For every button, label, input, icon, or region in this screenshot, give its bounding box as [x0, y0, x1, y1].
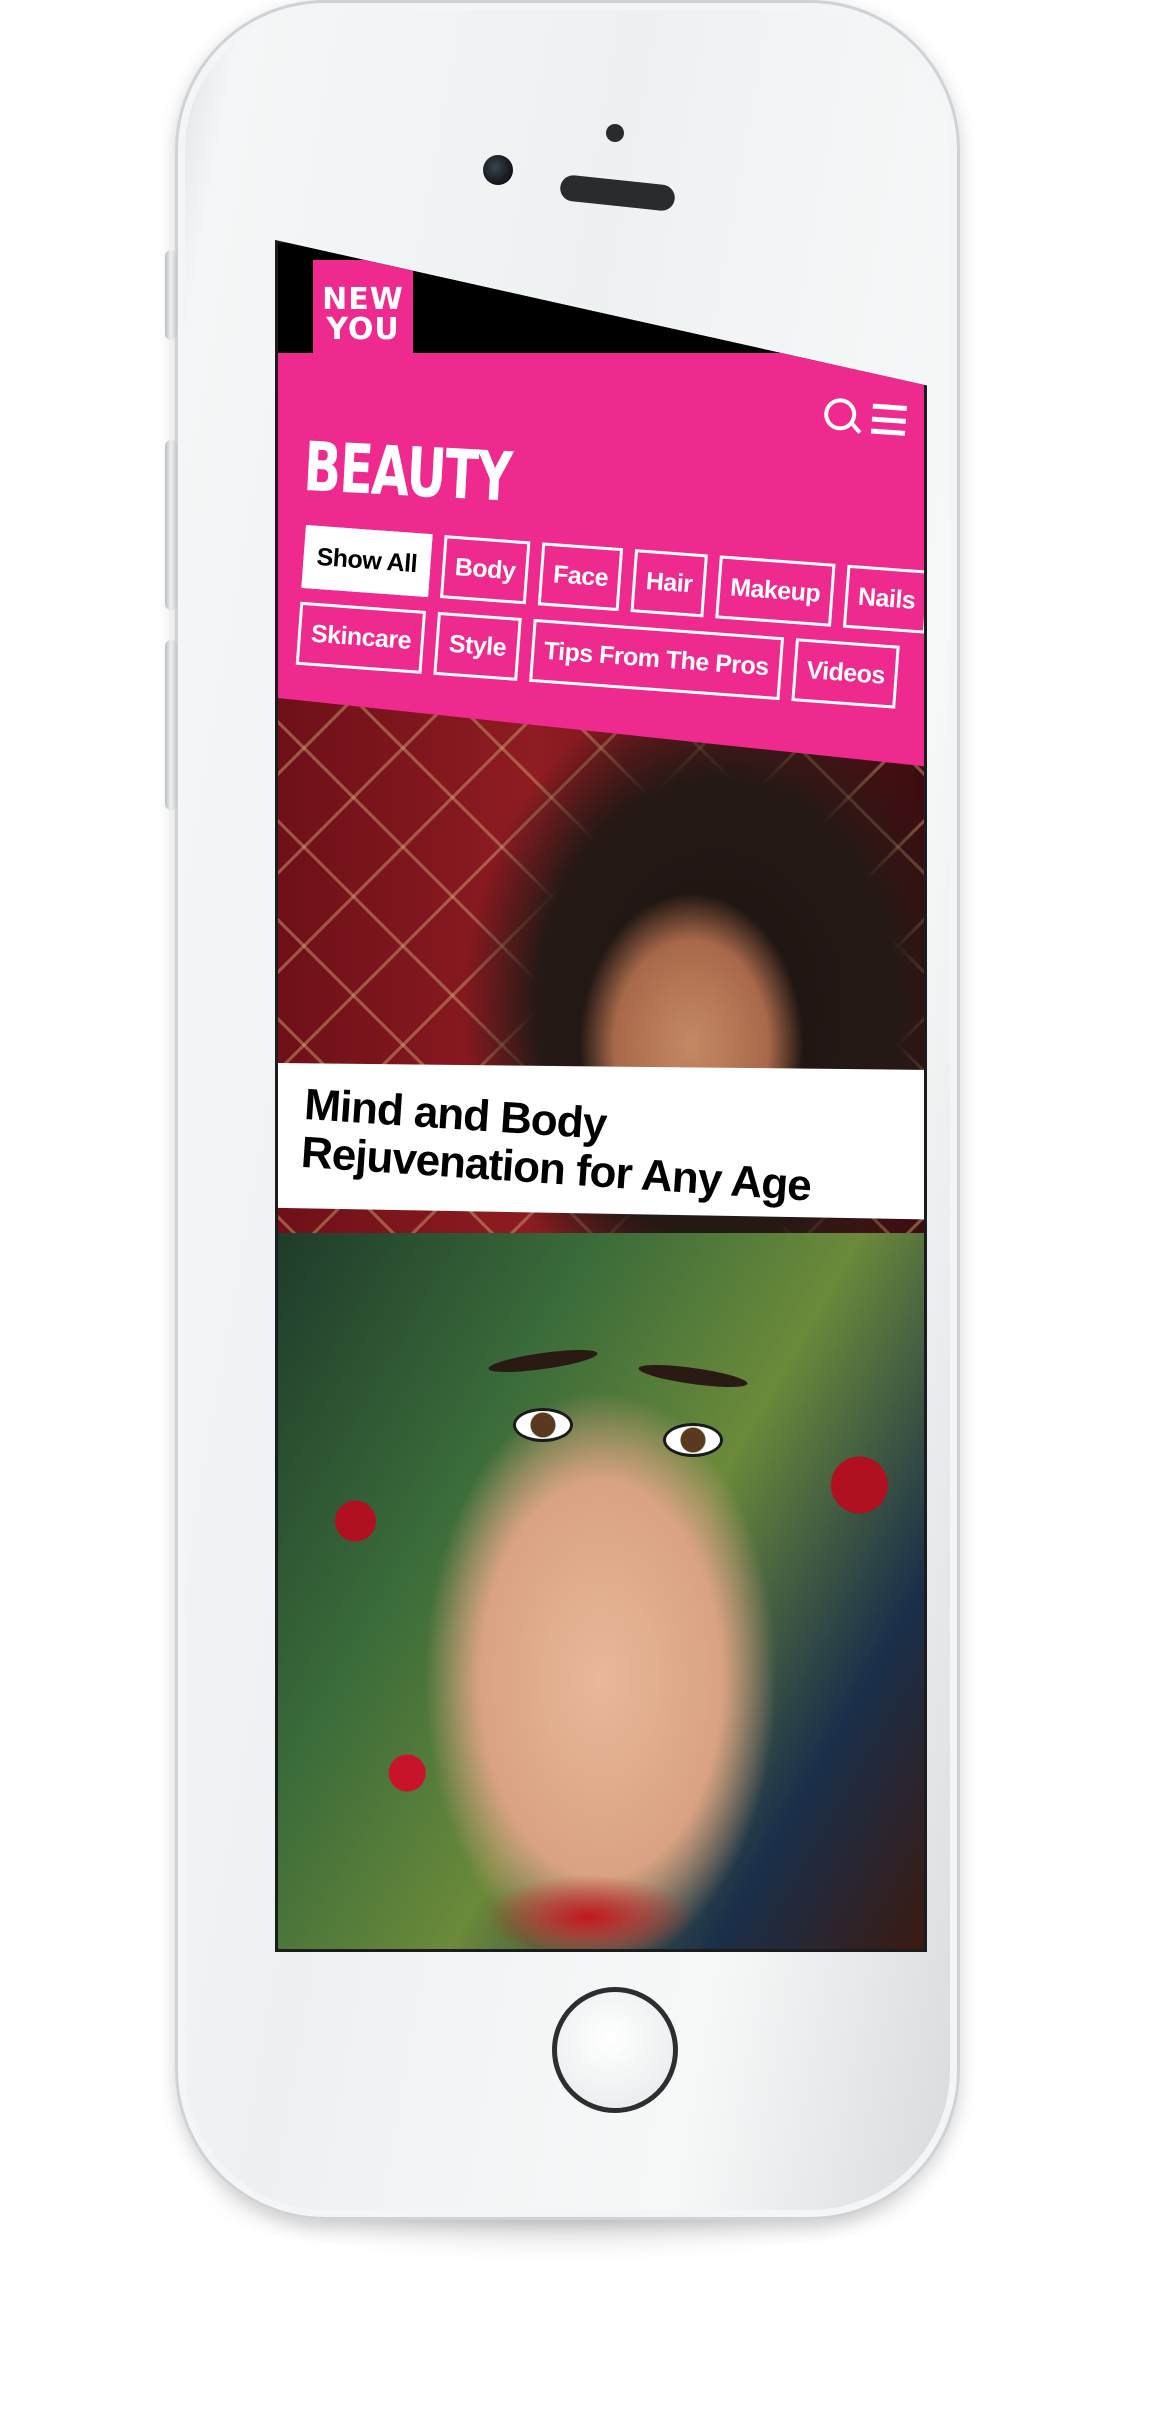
- article-photo-2[interactable]: [278, 1233, 924, 1949]
- filter-videos[interactable]: Videos: [791, 638, 901, 709]
- proximity-sensor: [606, 124, 624, 142]
- header-tools: [821, 395, 908, 441]
- phone-screen: NEW YOU BEAUTY Show All Body Face Hair M…: [275, 240, 927, 1952]
- mute-switch: [165, 250, 177, 340]
- earpiece-speaker: [558, 174, 677, 212]
- newyou-logo[interactable]: NEW YOU: [313, 260, 413, 370]
- filter-nails[interactable]: Nails: [842, 564, 924, 634]
- filter-hair[interactable]: Hair: [630, 549, 708, 618]
- volume-down-button: [165, 640, 177, 810]
- page-title: BEAUTY: [301, 428, 513, 518]
- filter-face[interactable]: Face: [537, 542, 624, 612]
- article-photo[interactable]: [278, 698, 924, 1318]
- front-camera: [483, 155, 513, 185]
- article-title[interactable]: Mind and Body Rejuvenation for Any Age: [300, 1080, 865, 1214]
- volume-up-button: [165, 440, 177, 610]
- filter-makeup[interactable]: Makeup: [715, 555, 836, 627]
- filter-style[interactable]: Style: [433, 611, 522, 681]
- eye-left: [513, 1408, 573, 1442]
- logo-line-2: YOU: [326, 312, 400, 347]
- menu-icon[interactable]: [870, 403, 907, 436]
- logo-line-1: NEW: [322, 282, 404, 317]
- filter-skincare[interactable]: Skincare: [295, 601, 427, 674]
- filter-body[interactable]: Body: [439, 535, 531, 605]
- filter-show-all[interactable]: Show All: [301, 525, 433, 598]
- article-card-image[interactable]: [278, 698, 924, 1318]
- eye-right: [663, 1423, 723, 1457]
- filter-tips-from-the-pros[interactable]: Tips From The Pros: [528, 618, 784, 701]
- article-card-image-2[interactable]: [278, 1233, 924, 1949]
- search-icon[interactable]: [821, 395, 864, 438]
- home-button[interactable]: [552, 1987, 678, 2113]
